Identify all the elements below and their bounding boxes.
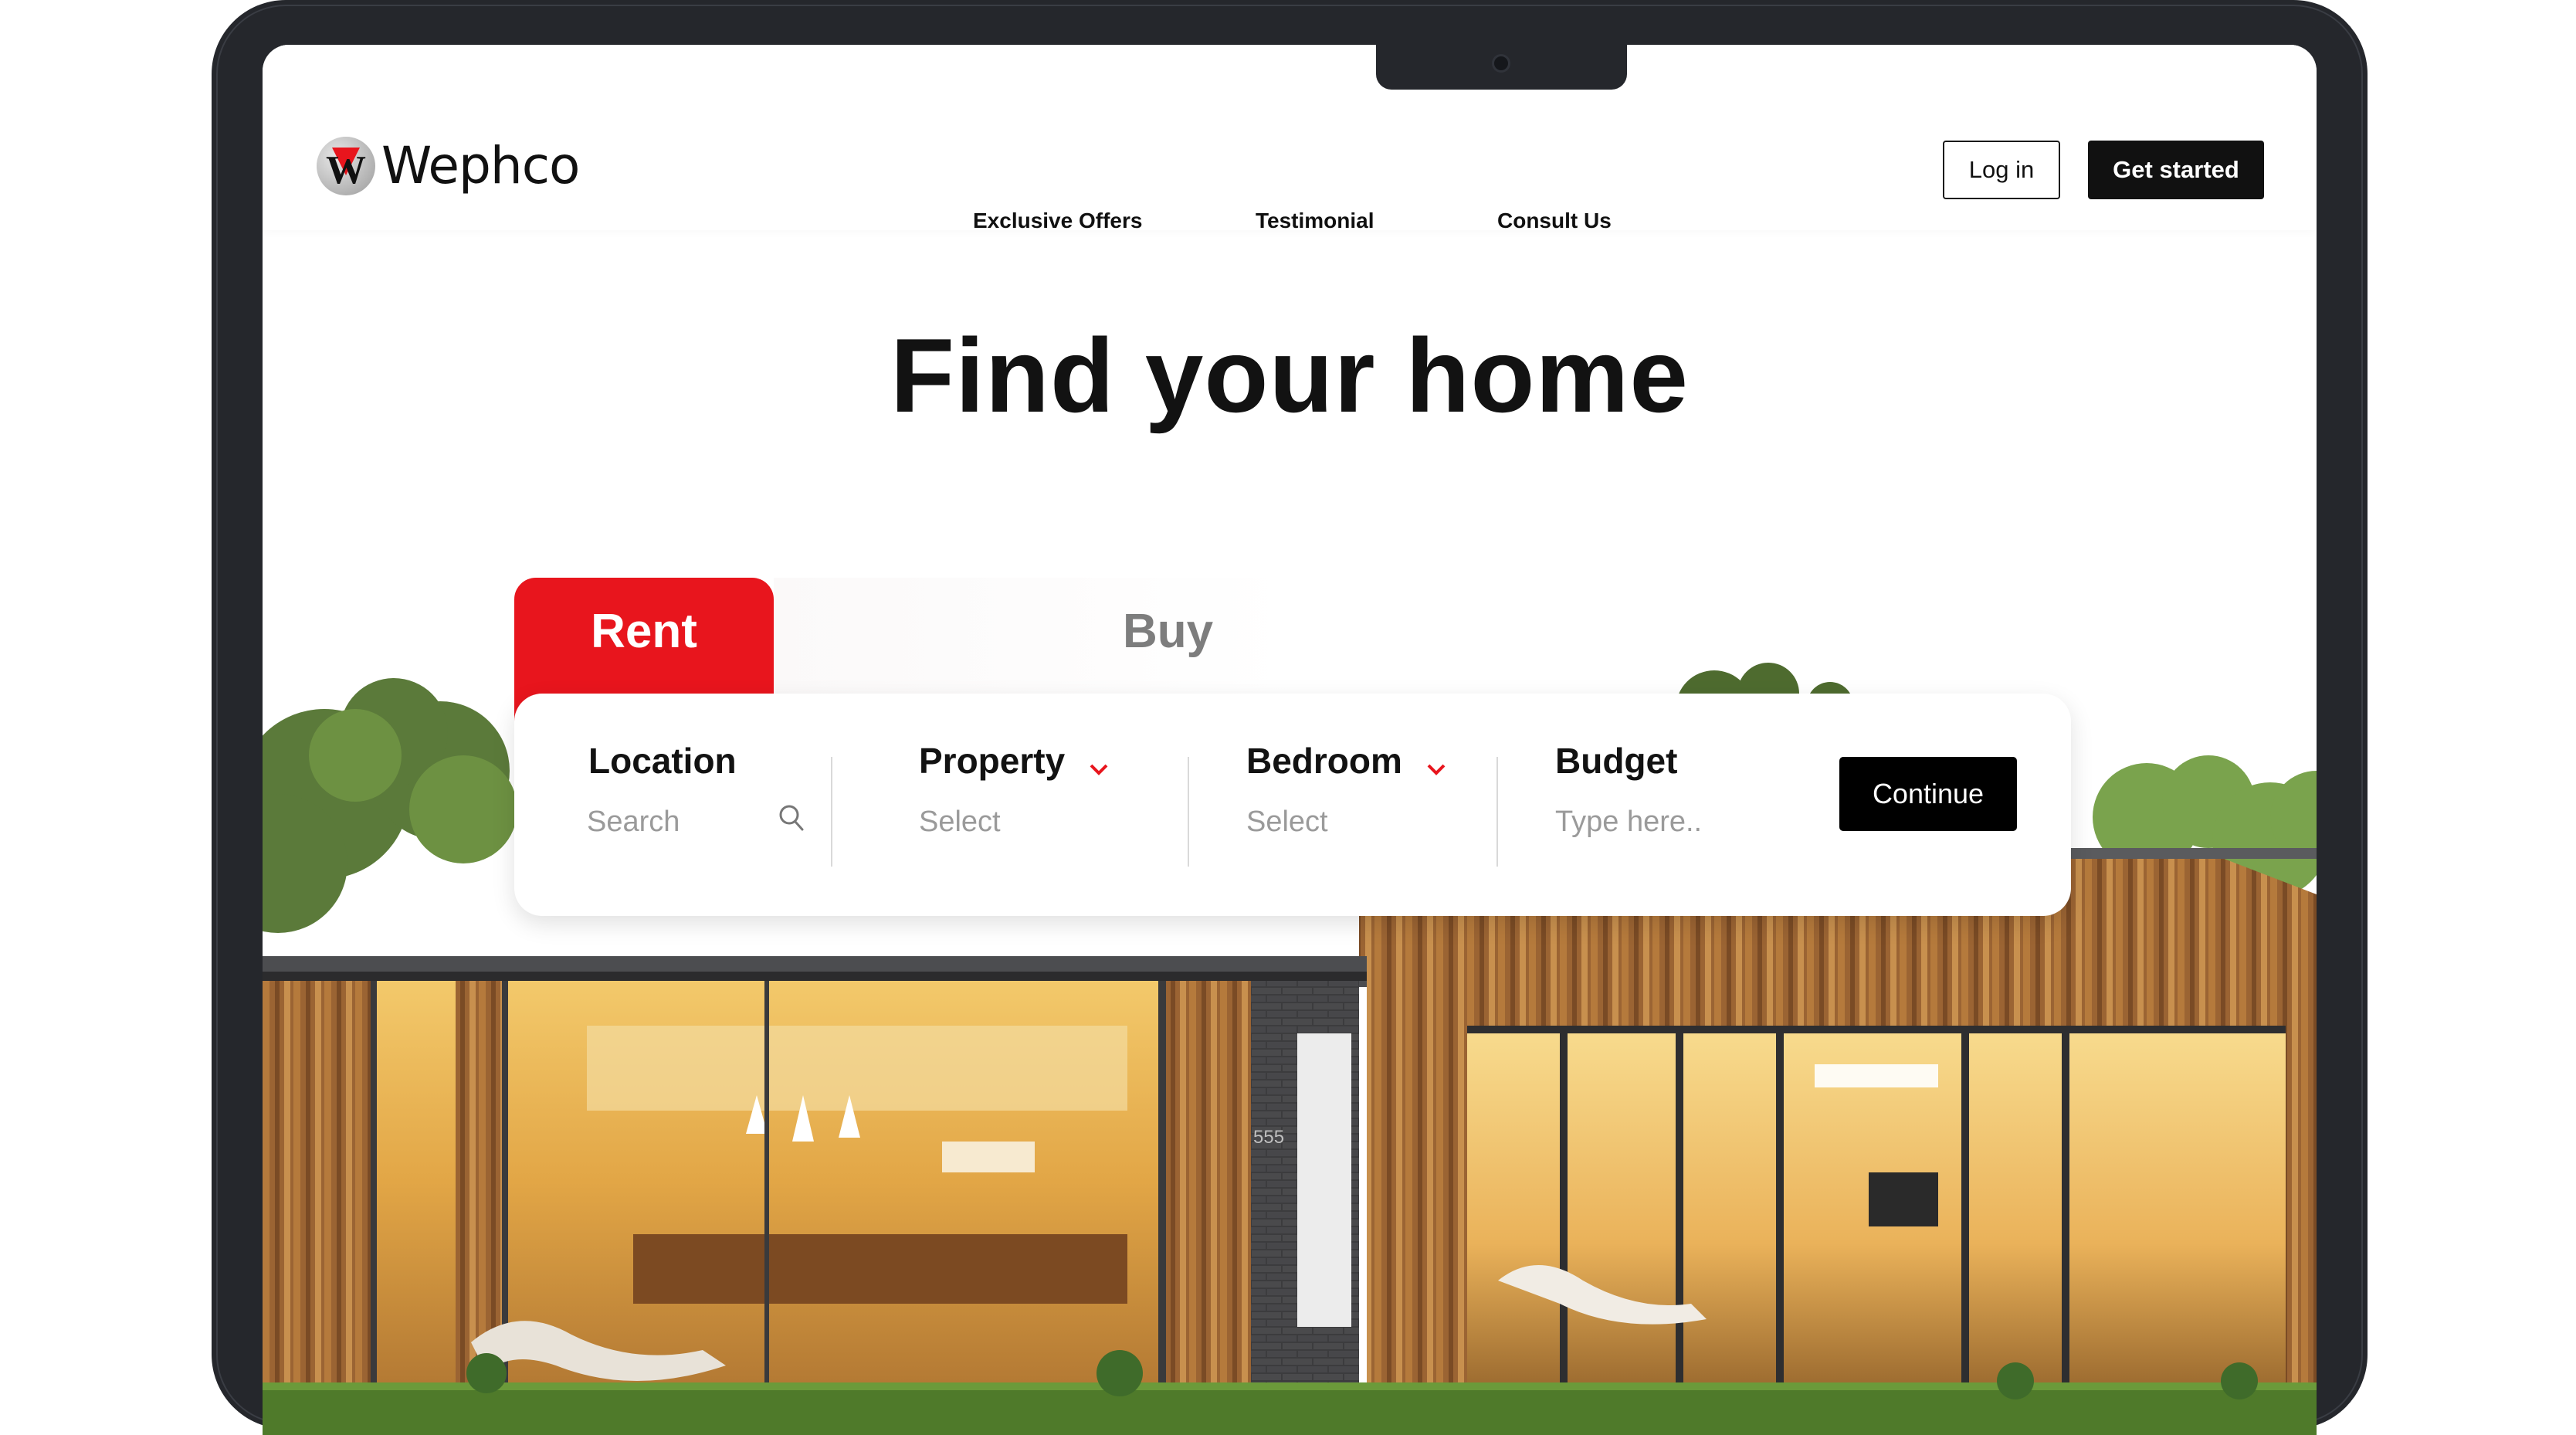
camera-notch <box>1376 43 1627 90</box>
logo-emblem-icon: W <box>317 136 375 195</box>
house-number: 555 <box>1253 1127 1284 1148</box>
field-divider <box>831 757 832 867</box>
login-button[interactable]: Log in <box>1943 141 2060 199</box>
nav-exclusive-offers[interactable]: Exclusive Offers <box>973 209 1142 233</box>
budget-input[interactable]: Type here.. <box>1555 806 1702 839</box>
bedroom-label: Bedroom <box>1246 741 1402 781</box>
hero-title: Find your home <box>890 317 1689 434</box>
field-divider <box>1188 757 1189 867</box>
brand-name: Wephco <box>381 136 580 195</box>
tab-buy-label: Buy <box>1123 605 1214 658</box>
nav-testimonial[interactable]: Testimonial <box>1256 209 1374 233</box>
location-input[interactable]: Search <box>587 806 680 839</box>
tab-buy[interactable]: Buy <box>774 578 1291 694</box>
webcam-icon <box>1492 54 1510 73</box>
property-label: Property <box>919 741 1066 781</box>
bedroom-dropdown[interactable]: Bedroom <box>1246 740 1446 785</box>
property-dropdown[interactable]: Property <box>919 740 1109 785</box>
search-panel: Location Search Property Select Bedroom … <box>514 694 2071 916</box>
browser-screen: W Wephco Exclusive Offers Testimonial Co… <box>263 45 2317 1435</box>
get-started-button[interactable]: Get started <box>2088 141 2264 199</box>
brand-logo[interactable]: W Wephco <box>317 136 580 195</box>
location-label: Location <box>588 741 737 781</box>
laptop-frame: W Wephco Exclusive Offers Testimonial Co… <box>212 0 2368 1435</box>
search-icon[interactable] <box>778 804 805 836</box>
nav-consult-us[interactable]: Consult Us <box>1497 209 1612 233</box>
chevron-down-icon <box>1426 743 1446 785</box>
continue-button[interactable]: Continue <box>1839 757 2017 831</box>
site-header: W Wephco Exclusive Offers Testimonial Co… <box>263 45 2317 233</box>
field-divider <box>1496 757 1498 867</box>
property-select[interactable]: Select <box>919 806 1001 839</box>
chevron-down-icon <box>1089 743 1109 785</box>
logo-letter: W <box>326 148 366 192</box>
bedroom-select[interactable]: Select <box>1246 806 1328 839</box>
budget-label: Budget <box>1555 741 1678 781</box>
